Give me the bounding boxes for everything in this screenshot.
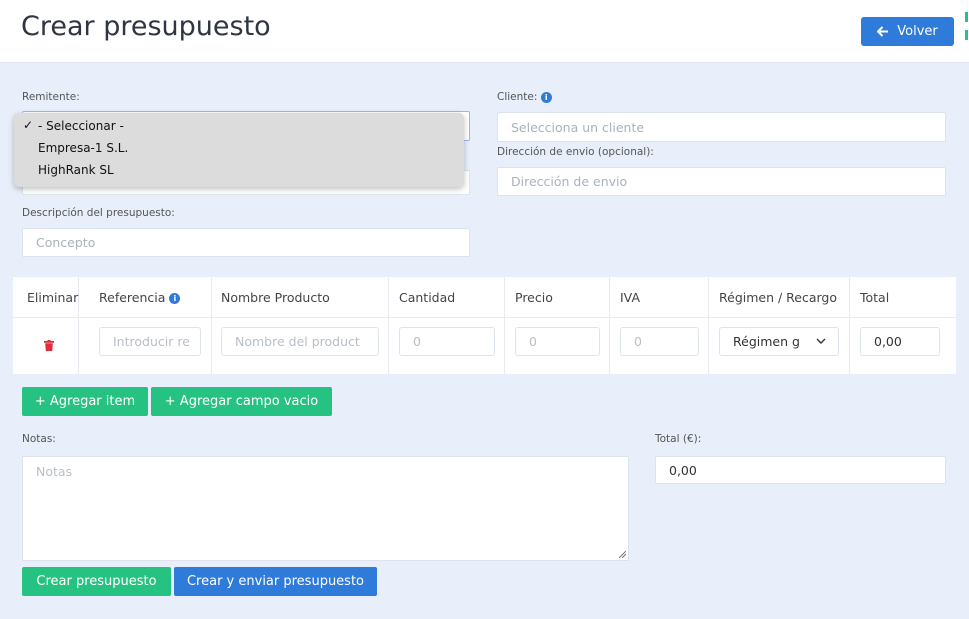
trash-icon[interactable] — [44, 340, 54, 351]
add-empty-field-button[interactable]: + Agregar campo vacio — [151, 387, 332, 416]
cliente-input[interactable]: Selecciona un cliente — [497, 112, 946, 142]
total-input[interactable]: 0,00 — [655, 456, 946, 484]
items-table: Eliminar Referencia i Nombre Producto Ca… — [13, 277, 956, 374]
total-row-input[interactable]: 0,00 — [860, 327, 940, 356]
create-button[interactable]: Crear presupuesto — [22, 567, 171, 596]
info-icon[interactable]: i — [169, 293, 181, 304]
direccion-label: Dirección de envio (opcional): — [497, 146, 654, 158]
back-button-label: Volver — [897, 24, 938, 39]
header-iva: IVA — [620, 290, 640, 305]
header-regimen: Régimen / Recargo — [719, 290, 838, 305]
regimen-select-value: Régimen g — [733, 334, 800, 349]
remitente-option[interactable]: - Seleccionar - — [38, 119, 124, 133]
total-label: Total (€): — [655, 433, 702, 445]
resize-handle-icon[interactable] — [619, 551, 626, 558]
regimen-select[interactable]: Régimen g — [719, 327, 839, 356]
header-eliminar: Eliminar — [27, 290, 79, 305]
create-send-button[interactable]: Crear y enviar presupuesto — [174, 567, 377, 596]
chevron-down-icon — [816, 338, 826, 344]
cliente-label: Cliente: i — [497, 91, 552, 103]
edge-marks — [965, 12, 969, 42]
notas-label: Notas: — [22, 433, 56, 445]
descripcion-input[interactable]: Concepto — [22, 228, 470, 257]
arrow-left-icon — [877, 26, 889, 37]
remitente-option[interactable]: Empresa-1 S.L. — [38, 141, 128, 155]
iva-input[interactable]: 0 — [620, 327, 699, 356]
header-referencia: Referencia i — [99, 290, 181, 305]
header-cantidad: Cantidad — [399, 290, 456, 305]
page-title: Crear presupuesto — [21, 11, 271, 42]
remitente-option[interactable]: HighRank SL — [38, 163, 114, 177]
back-button[interactable]: Volver — [861, 17, 954, 46]
header-nombre-producto: Nombre Producto — [221, 290, 330, 305]
checkmark-icon: ✓ — [23, 118, 34, 132]
info-icon[interactable]: i — [540, 91, 552, 103]
remitente-label: Remitente: — [22, 91, 80, 103]
cantidad-input[interactable]: 0 — [399, 327, 495, 356]
cliente-label-text: Cliente: — [497, 91, 538, 103]
header-total: Total — [860, 290, 890, 305]
direccion-input[interactable]: Dirección de envio — [497, 167, 946, 196]
header-referencia-text: Referencia — [99, 290, 166, 305]
descripcion-label: Descripción del presupuesto: — [22, 207, 175, 219]
add-item-button[interactable]: + Agregar item — [22, 387, 148, 416]
precio-input[interactable]: 0 — [515, 327, 600, 356]
nombre-producto-input[interactable]: Nombre del product — [221, 327, 379, 356]
notas-placeholder: Notas — [36, 464, 73, 479]
header-precio: Precio — [515, 290, 553, 305]
referencia-input[interactable]: Introducir re — [99, 327, 201, 356]
remitente-dropdown: ✓ - Seleccionar - Empresa-1 S.L. HighRan… — [14, 113, 464, 187]
notas-textarea[interactable]: Notas — [22, 456, 629, 561]
top-bar: Crear presupuesto Volver — [0, 0, 969, 63]
